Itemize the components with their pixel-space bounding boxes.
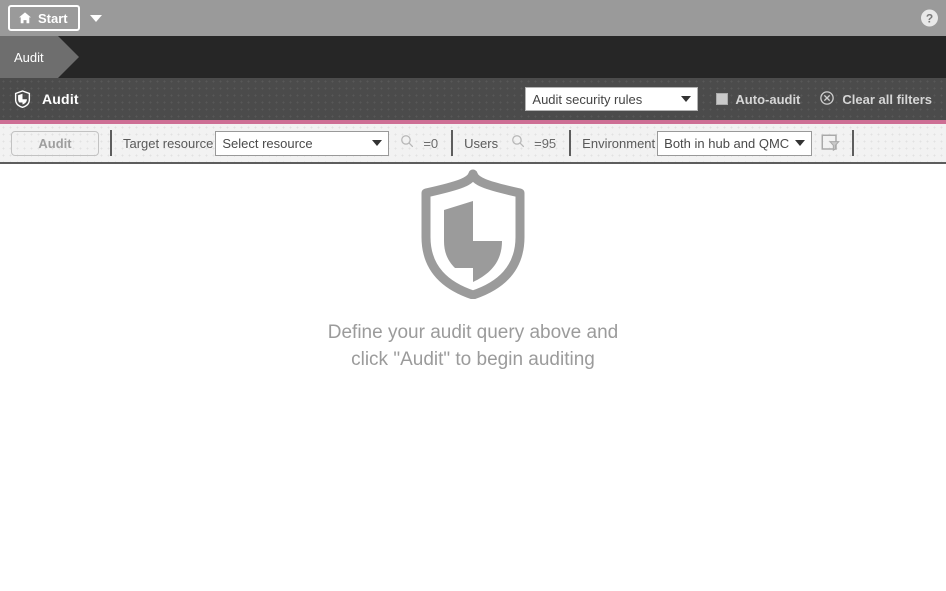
page-title: Audit xyxy=(42,91,79,107)
users-label: Users xyxy=(464,135,499,151)
clear-all-filters-button[interactable]: Clear all filters xyxy=(820,90,932,108)
environment-select[interactable]: Both in hub and QMC xyxy=(657,130,813,156)
target-resource-label: Target resource xyxy=(123,135,214,151)
target-resource-select[interactable]: Select resource xyxy=(215,130,390,156)
help-icon-label: ? xyxy=(925,11,934,25)
users-search[interactable]: =95 xyxy=(511,134,556,153)
toolbar-divider xyxy=(852,130,855,156)
auto-audit-label: Auto-audit xyxy=(735,91,801,107)
toolbar-divider xyxy=(451,130,454,156)
top-bar: Start ? xyxy=(0,0,946,36)
shield-large-icon xyxy=(418,169,528,300)
filter-funnel-icon[interactable] xyxy=(820,133,841,154)
toolbar-divider xyxy=(569,130,572,156)
empty-state-line1: Define your audit query above and xyxy=(327,322,619,343)
shield-icon xyxy=(14,90,31,109)
rule-type-select[interactable]: Audit security rules xyxy=(525,87,699,111)
breadcrumb: Audit xyxy=(0,36,946,78)
users-search-count: =95 xyxy=(534,135,557,151)
target-resource-select-wrap: Select resource xyxy=(215,130,390,156)
filter-toolbar: Audit Target resource Select resource =0… xyxy=(0,124,946,164)
close-circle-icon xyxy=(820,90,835,108)
main-content: Define your audit query above and click … xyxy=(0,164,946,591)
section-header-controls: Audit security rules Auto-audit Clear al… xyxy=(525,87,932,111)
toolbar-divider xyxy=(110,130,112,156)
clear-all-filters-label: Clear all filters xyxy=(842,91,932,107)
breadcrumb-item-audit[interactable]: Audit xyxy=(0,36,79,78)
resource-search-count: =0 xyxy=(423,135,439,151)
auto-audit-toggle[interactable]: Auto-audit xyxy=(716,92,800,107)
chevron-down-icon[interactable] xyxy=(89,14,102,22)
start-button[interactable]: Start xyxy=(8,5,80,31)
empty-state-message: Define your audit query above and click … xyxy=(328,319,618,373)
search-icon xyxy=(400,134,414,153)
section-header: Audit Audit security rules Auto-audit Cl… xyxy=(0,78,946,124)
search-icon xyxy=(511,134,525,153)
help-circle-icon[interactable]: ? xyxy=(921,9,938,27)
audit-button[interactable]: Audit xyxy=(11,130,99,156)
environment-label: Environment xyxy=(582,135,656,151)
empty-state-line2: click "Audit" to begin auditing xyxy=(351,349,595,370)
audit-page: Start ? Audit Audit Audit security rules xyxy=(0,0,946,591)
rule-type-select-wrap: Audit security rules xyxy=(525,87,699,111)
environment-select-wrap: Both in hub and QMC xyxy=(657,130,813,156)
resource-search[interactable]: =0 xyxy=(400,134,438,153)
checkbox-unchecked-icon[interactable] xyxy=(716,93,729,105)
start-button-label: Start xyxy=(38,10,68,26)
home-icon xyxy=(18,11,32,25)
breadcrumb-item-label: Audit xyxy=(14,49,44,65)
